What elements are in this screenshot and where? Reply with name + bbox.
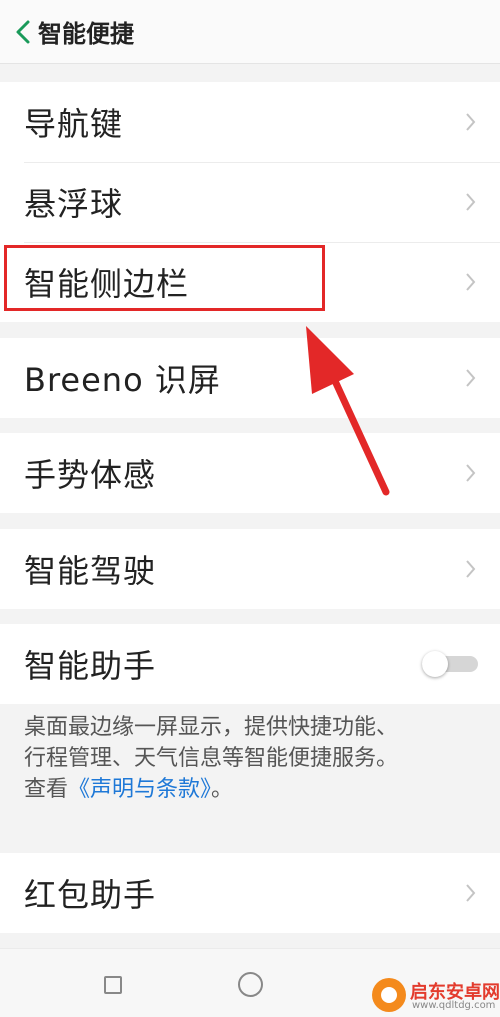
menu-item-red-packet-assistant[interactable]: 红包助手 bbox=[0, 853, 500, 933]
menu-item-gesture-motion[interactable]: 手势体感 bbox=[0, 433, 500, 513]
menu-item-label: 智能助手 bbox=[24, 647, 157, 685]
site-watermark: 启东安卓网 www.qdltdg.com bbox=[366, 972, 500, 1017]
description-line: 查看《声明与条款》。 bbox=[24, 774, 484, 805]
menu-item-smart-driving[interactable]: 智能驾驶 bbox=[0, 529, 500, 609]
menu-item-navigation-keys[interactable]: 导航键 bbox=[0, 82, 500, 162]
back-button[interactable] bbox=[0, 0, 32, 64]
settings-group-5: 智能助手 bbox=[0, 624, 500, 704]
watermark-logo-icon bbox=[372, 978, 406, 1012]
smart-assistant-toggle[interactable] bbox=[422, 651, 478, 677]
chevron-right-icon bbox=[466, 113, 476, 131]
menu-item-smart-assistant: 智能助手 bbox=[0, 624, 500, 704]
page-title: 智能便捷 bbox=[38, 20, 134, 48]
settings-group-2: Breeno 识屏 bbox=[0, 338, 500, 418]
menu-item-label: 红包助手 bbox=[24, 876, 157, 914]
annotation-highlight-box bbox=[4, 245, 325, 311]
app-header: 智能便捷 bbox=[0, 0, 500, 64]
chevron-right-icon bbox=[466, 560, 476, 578]
description-prefix: 查看 bbox=[24, 777, 69, 802]
chevron-right-icon bbox=[466, 884, 476, 902]
description-line: 桌面最边缘一屏显示，提供快捷功能、 bbox=[24, 715, 399, 740]
watermark-url: www.qdltdg.com bbox=[412, 1000, 496, 1011]
chevron-left-icon bbox=[16, 20, 30, 43]
home-icon[interactable] bbox=[238, 972, 263, 997]
chevron-right-icon bbox=[466, 193, 476, 211]
menu-item-label: Breeno 识屏 bbox=[24, 361, 221, 399]
chevron-right-icon bbox=[466, 273, 476, 291]
annotation-arrow-icon bbox=[306, 326, 390, 496]
menu-item-breeno-screen[interactable]: Breeno 识屏 bbox=[0, 338, 500, 418]
settings-group-3: 手势体感 bbox=[0, 433, 500, 513]
menu-item-floating-ball[interactable]: 悬浮球 bbox=[0, 162, 500, 242]
recent-apps-icon[interactable] bbox=[104, 976, 122, 994]
toggle-knob bbox=[422, 651, 448, 677]
menu-item-label: 导航键 bbox=[24, 105, 124, 143]
menu-item-label: 智能驾驶 bbox=[24, 552, 157, 590]
menu-item-label: 悬浮球 bbox=[24, 185, 124, 223]
description-line: 行程管理、天气信息等智能便捷服务。 bbox=[24, 746, 399, 771]
description-suffix: 。 bbox=[211, 777, 234, 802]
settings-group-6: 红包助手 bbox=[0, 853, 500, 933]
smart-assistant-description: 桌面最边缘一屏显示，提供快捷功能、 行程管理、天气信息等智能便捷服务。 查看《声… bbox=[24, 712, 484, 805]
chevron-right-icon bbox=[466, 464, 476, 482]
menu-item-label: 手势体感 bbox=[24, 456, 157, 494]
terms-link[interactable]: 《声明与条款》 bbox=[68, 777, 211, 802]
chevron-right-icon bbox=[466, 369, 476, 387]
settings-group-4: 智能驾驶 bbox=[0, 529, 500, 609]
